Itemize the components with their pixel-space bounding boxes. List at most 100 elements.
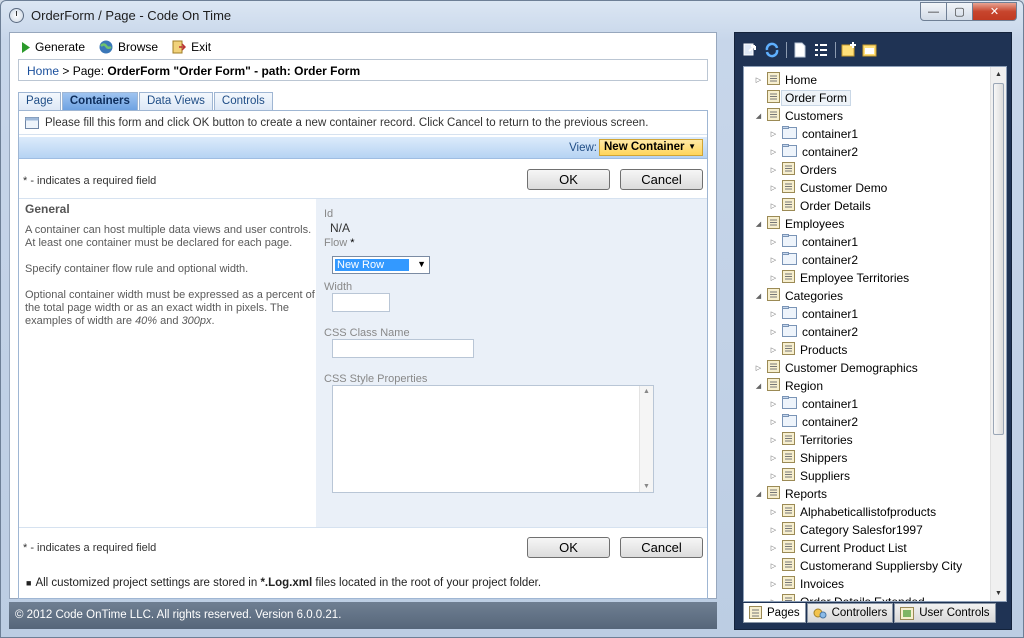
- scroll-thumb[interactable]: [993, 83, 1004, 435]
- tab-pages[interactable]: Pages: [743, 603, 806, 623]
- expand-arrow-icon[interactable]: ▷: [769, 238, 778, 246]
- tree-item[interactable]: ▷ Home: [754, 71, 817, 89]
- close-button[interactable]: ✕: [972, 2, 1017, 21]
- tree-item[interactable]: ▷ Shippers: [769, 449, 847, 467]
- expand-arrow-icon[interactable]: ▷: [769, 274, 778, 282]
- tab-controllers[interactable]: Controllers: [806, 603, 894, 623]
- tree-item[interactable]: ▷ Suppliers: [769, 467, 850, 485]
- tree-item-label: container1: [802, 127, 859, 141]
- expand-arrow-icon[interactable]: ▷: [769, 472, 778, 480]
- expand-arrow-icon[interactable]: ▷: [769, 346, 778, 354]
- expand-arrow-icon[interactable]: ▷: [769, 418, 778, 426]
- tree-item[interactable]: ▷ Products: [769, 341, 847, 359]
- new-item-icon[interactable]: [862, 42, 878, 58]
- tree-item[interactable]: Order Form: [754, 89, 852, 107]
- new-folder-icon[interactable]: [841, 42, 857, 58]
- cancel-button-bottom[interactable]: Cancel: [620, 537, 703, 558]
- tree-item[interactable]: ▷ Category Salesfor1997: [769, 521, 923, 539]
- collapse-arrow-icon[interactable]: ◢: [754, 112, 763, 120]
- tree-item[interactable]: ◢ Employees: [754, 215, 844, 233]
- css-class-input[interactable]: [332, 339, 474, 358]
- expand-arrow-icon[interactable]: ▷: [769, 256, 778, 264]
- expand-arrow-icon[interactable]: ▷: [769, 328, 778, 336]
- tree-item[interactable]: ▷ Order Details: [769, 197, 871, 215]
- tab-data-views[interactable]: Data Views: [138, 92, 213, 110]
- flow-required-marker: *: [350, 237, 355, 249]
- expand-arrow-icon[interactable]: ▷: [769, 562, 778, 570]
- page-icon: [767, 486, 780, 502]
- textarea-scrollbar[interactable]: ▲ ▼: [639, 386, 653, 492]
- css-style-textarea[interactable]: ▲ ▼: [332, 385, 654, 493]
- tab-containers[interactable]: Containers: [61, 92, 138, 110]
- expand-arrow-icon[interactable]: ▷: [769, 508, 778, 516]
- tab-controls[interactable]: Controls: [213, 92, 273, 110]
- tree-item[interactable]: ▷ container2: [769, 323, 858, 341]
- expand-arrow-icon[interactable]: ▷: [769, 436, 778, 444]
- refresh-icon[interactable]: [764, 42, 780, 58]
- generate-button[interactable]: Generate: [22, 40, 85, 54]
- ok-button-bottom[interactable]: OK: [527, 537, 610, 558]
- expand-arrow-icon[interactable]: ▷: [769, 184, 778, 192]
- width-input[interactable]: [332, 293, 390, 312]
- browse-button[interactable]: Browse: [99, 40, 158, 54]
- collapse-arrow-icon[interactable]: ◢: [754, 292, 763, 300]
- tree-item[interactable]: ▷ container2: [769, 143, 858, 161]
- expand-arrow-icon[interactable]: ▷: [769, 310, 778, 318]
- expand-arrow-icon[interactable]: ▷: [769, 400, 778, 408]
- expand-arrow-icon[interactable]: ▷: [769, 166, 778, 174]
- tree-item[interactable]: ▷ Orders: [769, 161, 837, 179]
- tab-page[interactable]: Page: [18, 92, 61, 110]
- tree-item[interactable]: ▷ container2: [769, 413, 858, 431]
- page-icon: [782, 522, 795, 538]
- tree-item[interactable]: ▷ Customer Demo: [769, 179, 887, 197]
- expand-arrow-icon[interactable]: ▷: [769, 148, 778, 156]
- expand-arrow-icon[interactable]: ▷: [769, 544, 778, 552]
- maximize-button[interactable]: ▢: [946, 2, 973, 21]
- cancel-button-top[interactable]: Cancel: [620, 169, 703, 190]
- tree-item[interactable]: ◢ Reports: [754, 485, 827, 503]
- breadcrumb-prefix: Page:: [72, 64, 108, 78]
- tree-item[interactable]: ▷ container1: [769, 233, 858, 251]
- tab-user-controls[interactable]: User Controls: [894, 603, 996, 623]
- title-bar[interactable]: OrderForm / Page - Code On Time — ▢ ✕: [1, 1, 1023, 31]
- tree-item[interactable]: ▷ Customer Demographics: [754, 359, 918, 377]
- properties-icon[interactable]: [813, 42, 829, 58]
- exit-button[interactable]: Exit: [172, 40, 211, 54]
- breadcrumb-home-link[interactable]: Home: [27, 64, 59, 78]
- tree-item[interactable]: ◢ Region: [754, 377, 823, 395]
- exit-label: Exit: [191, 40, 212, 54]
- tree-item[interactable]: ▷ container1: [769, 395, 858, 413]
- tree-item[interactable]: ▷ Employee Territories: [769, 269, 909, 287]
- flow-label: Flow *: [324, 237, 355, 249]
- expand-arrow-icon[interactable]: ▷: [769, 130, 778, 138]
- tree-item[interactable]: ▷ Alphabeticallistofproducts: [769, 503, 936, 521]
- tree-item[interactable]: ▷ Order Details Extended: [769, 593, 925, 601]
- minimize-button[interactable]: —: [920, 2, 947, 21]
- sync-icon[interactable]: [743, 42, 759, 58]
- new-page-icon[interactable]: [792, 42, 808, 58]
- collapse-arrow-icon[interactable]: ◢: [754, 220, 763, 228]
- expand-arrow-icon[interactable]: ▷: [769, 598, 778, 601]
- tree-item[interactable]: ▷ Invoices: [769, 575, 844, 593]
- expand-arrow-icon[interactable]: ▷: [769, 526, 778, 534]
- tree-item[interactable]: ▷ Customerand Suppliersby City: [769, 557, 962, 575]
- tree-item[interactable]: ▷ container1: [769, 305, 858, 323]
- user-controls-icon: [900, 606, 915, 620]
- flow-select[interactable]: New Row ▼: [332, 256, 430, 274]
- tree-item[interactable]: ◢ Customers: [754, 107, 843, 125]
- expand-arrow-icon[interactable]: ▷: [769, 202, 778, 210]
- expand-arrow-icon[interactable]: ▷: [769, 454, 778, 462]
- tree-item[interactable]: ▷ Current Product List: [769, 539, 907, 557]
- tree-item[interactable]: ▷ container2: [769, 251, 858, 269]
- view-selector[interactable]: New Container: [599, 139, 703, 156]
- collapse-arrow-icon[interactable]: ◢: [754, 490, 763, 498]
- ok-button-top[interactable]: OK: [527, 169, 610, 190]
- collapse-arrow-icon[interactable]: ◢: [754, 382, 763, 390]
- expand-arrow-icon[interactable]: ▷: [769, 580, 778, 588]
- tree-item[interactable]: ◢ Categories: [754, 287, 843, 305]
- tree-item[interactable]: ▷ container1: [769, 125, 858, 143]
- tree-scrollbar[interactable]: ▲ ▼: [990, 67, 1006, 601]
- tree-item[interactable]: ▷ Territories: [769, 431, 853, 449]
- expand-arrow-icon[interactable]: ▷: [754, 364, 763, 372]
- expand-arrow-icon[interactable]: ▷: [754, 76, 763, 84]
